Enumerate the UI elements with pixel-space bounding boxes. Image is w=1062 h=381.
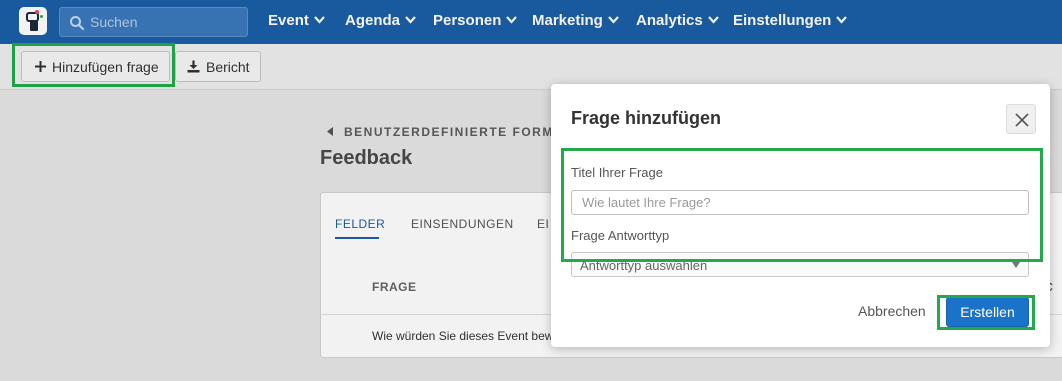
modal-title: Frage hinzufügen [571, 108, 721, 128]
question-title-input[interactable] [582, 191, 1012, 214]
answer-type-select[interactable]: Antworttyp auswählen [571, 252, 1029, 277]
add-question-modal: Frage hinzufügen Titel Ihrer Frage Frage… [551, 84, 1050, 347]
question-title-label: Titel Ihrer Frage [571, 165, 663, 180]
answer-type-value: Antworttyp auswählen [580, 258, 708, 273]
close-icon [1015, 113, 1029, 127]
create-button[interactable]: Erstellen [946, 297, 1029, 327]
close-button[interactable] [1006, 104, 1036, 134]
question-title-field[interactable] [571, 190, 1029, 215]
answer-type-label: Frage Antworttyp [571, 228, 670, 243]
cancel-button[interactable]: Abbrechen [858, 303, 926, 319]
caret-down-icon [1012, 262, 1020, 268]
